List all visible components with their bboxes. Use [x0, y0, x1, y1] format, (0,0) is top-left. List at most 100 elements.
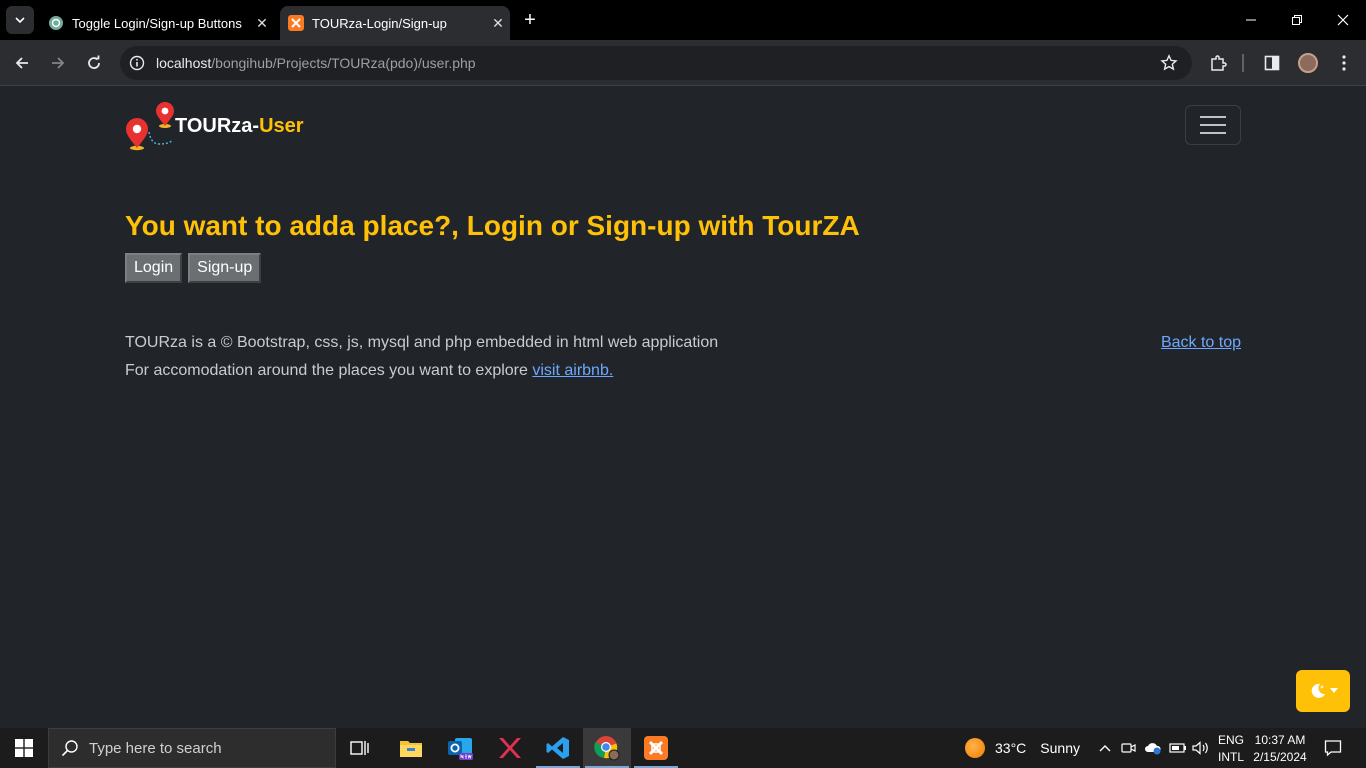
brand-link[interactable]: TOURza-User [125, 98, 304, 154]
weather-temperature: 33°C [995, 740, 1027, 756]
side-panel-button[interactable] [1261, 52, 1283, 74]
reload-icon [88, 55, 100, 69]
search-placeholder: Type here to search [89, 739, 222, 757]
site-info-icon[interactable] [120, 55, 154, 71]
puzzle-icon [1211, 55, 1227, 71]
chrome-icon [594, 736, 620, 761]
vscode-icon [546, 737, 569, 759]
start-button[interactable] [0, 728, 48, 768]
xampp-app[interactable] [632, 728, 680, 768]
file-explorer-app[interactable] [387, 728, 435, 768]
hamburger-icon-bar [1200, 124, 1226, 126]
keyboard-layout: INTL [1217, 750, 1244, 764]
system-clock[interactable]: 10:37 AM 2/15/2024 [1252, 732, 1308, 766]
clock-time: 10:37 AM [1254, 733, 1306, 747]
search-icon [61, 740, 78, 757]
theme-toggle-button[interactable] [1296, 670, 1350, 712]
chatgpt-favicon-icon [49, 16, 63, 30]
new-tab-button[interactable]: + [520, 9, 540, 31]
brand-name: TOURza-User [175, 115, 304, 138]
back-button[interactable] [9, 50, 35, 76]
chevron-up-icon [1099, 745, 1111, 752]
meet-now-icon[interactable] [1120, 728, 1138, 768]
notification-icon [1324, 740, 1342, 757]
restore-icon [1292, 15, 1302, 25]
xampp-icon [644, 736, 668, 760]
tab-title: TOURza-Login/Sign-up [312, 15, 447, 31]
side-panel-icon [1264, 55, 1280, 71]
url-text[interactable]: localhost/bongihub/Projects/TOURza(pdo)/… [156, 55, 476, 71]
signup-button[interactable]: Sign-up [188, 253, 262, 283]
tab-search-button[interactable] [6, 6, 34, 34]
minimize-icon [1246, 19, 1256, 21]
close-window-button[interactable] [1320, 0, 1366, 40]
footer-accommodation: For accomodation around the places you w… [125, 362, 613, 380]
task-view-icon [350, 741, 369, 755]
minimize-button[interactable] [1228, 0, 1274, 40]
brand-accent-text: User [259, 114, 304, 137]
sun-icon [965, 738, 985, 758]
kebab-menu-icon [1342, 55, 1346, 71]
show-hidden-icons-button[interactable] [1096, 728, 1114, 768]
windows-taskbar: Type here to search 33°C Sunny ENG INTL … [0, 728, 1366, 768]
brand-main-text: TOURza- [175, 114, 260, 137]
airbnb-link[interactable]: visit airbnb. [532, 362, 613, 379]
battery-icon[interactable] [1168, 728, 1188, 768]
volume-icon[interactable] [1191, 728, 1211, 768]
hamburger-icon-bar [1200, 116, 1226, 118]
browser-tab-toggle-buttons[interactable]: Toggle Login/Sign-up Buttons ✕ [40, 6, 274, 40]
weather-description: Sunny [1040, 740, 1080, 756]
login-button[interactable]: Login [125, 253, 183, 283]
arrow-right-icon [52, 57, 65, 69]
map-pins-logo-icon [126, 102, 174, 151]
footer-description: TOURza is a © Bootstrap, css, js, mysql … [125, 334, 719, 351]
caret-down-icon [1329, 688, 1338, 693]
xmind-app[interactable] [485, 728, 533, 768]
task-view-button[interactable] [336, 728, 384, 768]
xmind-icon [499, 738, 521, 758]
toolbar-divider [1242, 54, 1244, 72]
extensions-button[interactable] [1207, 52, 1229, 74]
moon-stars-icon [1311, 683, 1325, 698]
onedrive-icon[interactable] [1143, 728, 1163, 768]
url-path: /bongihub/Projects/TOURza(pdo)/user.php [211, 55, 476, 71]
outlook-app[interactable] [436, 728, 484, 768]
close-tab-icon[interactable]: ✕ [486, 15, 510, 32]
folder-icon [400, 741, 422, 757]
avatar [1298, 53, 1318, 73]
forward-button[interactable] [45, 50, 71, 76]
address-bar[interactable]: localhost/bongihub/Projects/TOURza(pdo)/… [120, 46, 1192, 80]
site-navbar: TOURza-User [125, 98, 1241, 154]
profile-button[interactable] [1297, 52, 1319, 74]
browser-tab-tourza[interactable]: TOURza-Login/Sign-up ✕ [280, 6, 510, 40]
hamburger-icon-bar [1200, 132, 1226, 134]
xampp-favicon-icon [288, 15, 304, 31]
windows-logo-icon [15, 739, 33, 757]
chrome-app[interactable] [583, 728, 631, 768]
footer-accommodation-text: For accomodation around the places you w… [125, 362, 533, 379]
page-heading: You want to adda place?, Login or Sign-u… [125, 210, 860, 241]
input-language-indicator[interactable]: ENG INTL [1216, 732, 1246, 766]
clock-date: 2/15/2024 [1253, 750, 1307, 764]
close-icon [1337, 14, 1349, 26]
tab-title: Toggle Login/Sign-up Buttons [72, 15, 242, 31]
browser-toolbar: localhost/bongihub/Projects/TOURza(pdo)/… [0, 40, 1366, 86]
reload-button[interactable] [81, 50, 107, 76]
taskbar-search-box[interactable]: Type here to search [48, 728, 336, 768]
auth-button-group: Login Sign-up [125, 253, 262, 283]
url-host: localhost [156, 55, 212, 71]
weather-widget[interactable]: 33°C Sunny [965, 728, 1080, 768]
restore-button[interactable] [1274, 0, 1320, 40]
chevron-down-icon [15, 17, 25, 24]
language-code: ENG [1217, 733, 1244, 747]
bookmark-star-icon[interactable] [1160, 54, 1178, 77]
browser-tab-strip: Toggle Login/Sign-up Buttons ✕ TOURza-Lo… [0, 0, 1366, 40]
notifications-button[interactable] [1318, 728, 1348, 768]
vscode-app[interactable] [534, 728, 582, 768]
browser-menu-button[interactable] [1333, 52, 1355, 74]
back-to-top-link[interactable]: Back to top [1161, 334, 1241, 352]
outlook-icon [448, 738, 473, 760]
navbar-toggler-button[interactable] [1185, 105, 1241, 145]
close-tab-icon[interactable]: ✕ [250, 15, 274, 32]
arrow-left-icon [15, 57, 28, 69]
